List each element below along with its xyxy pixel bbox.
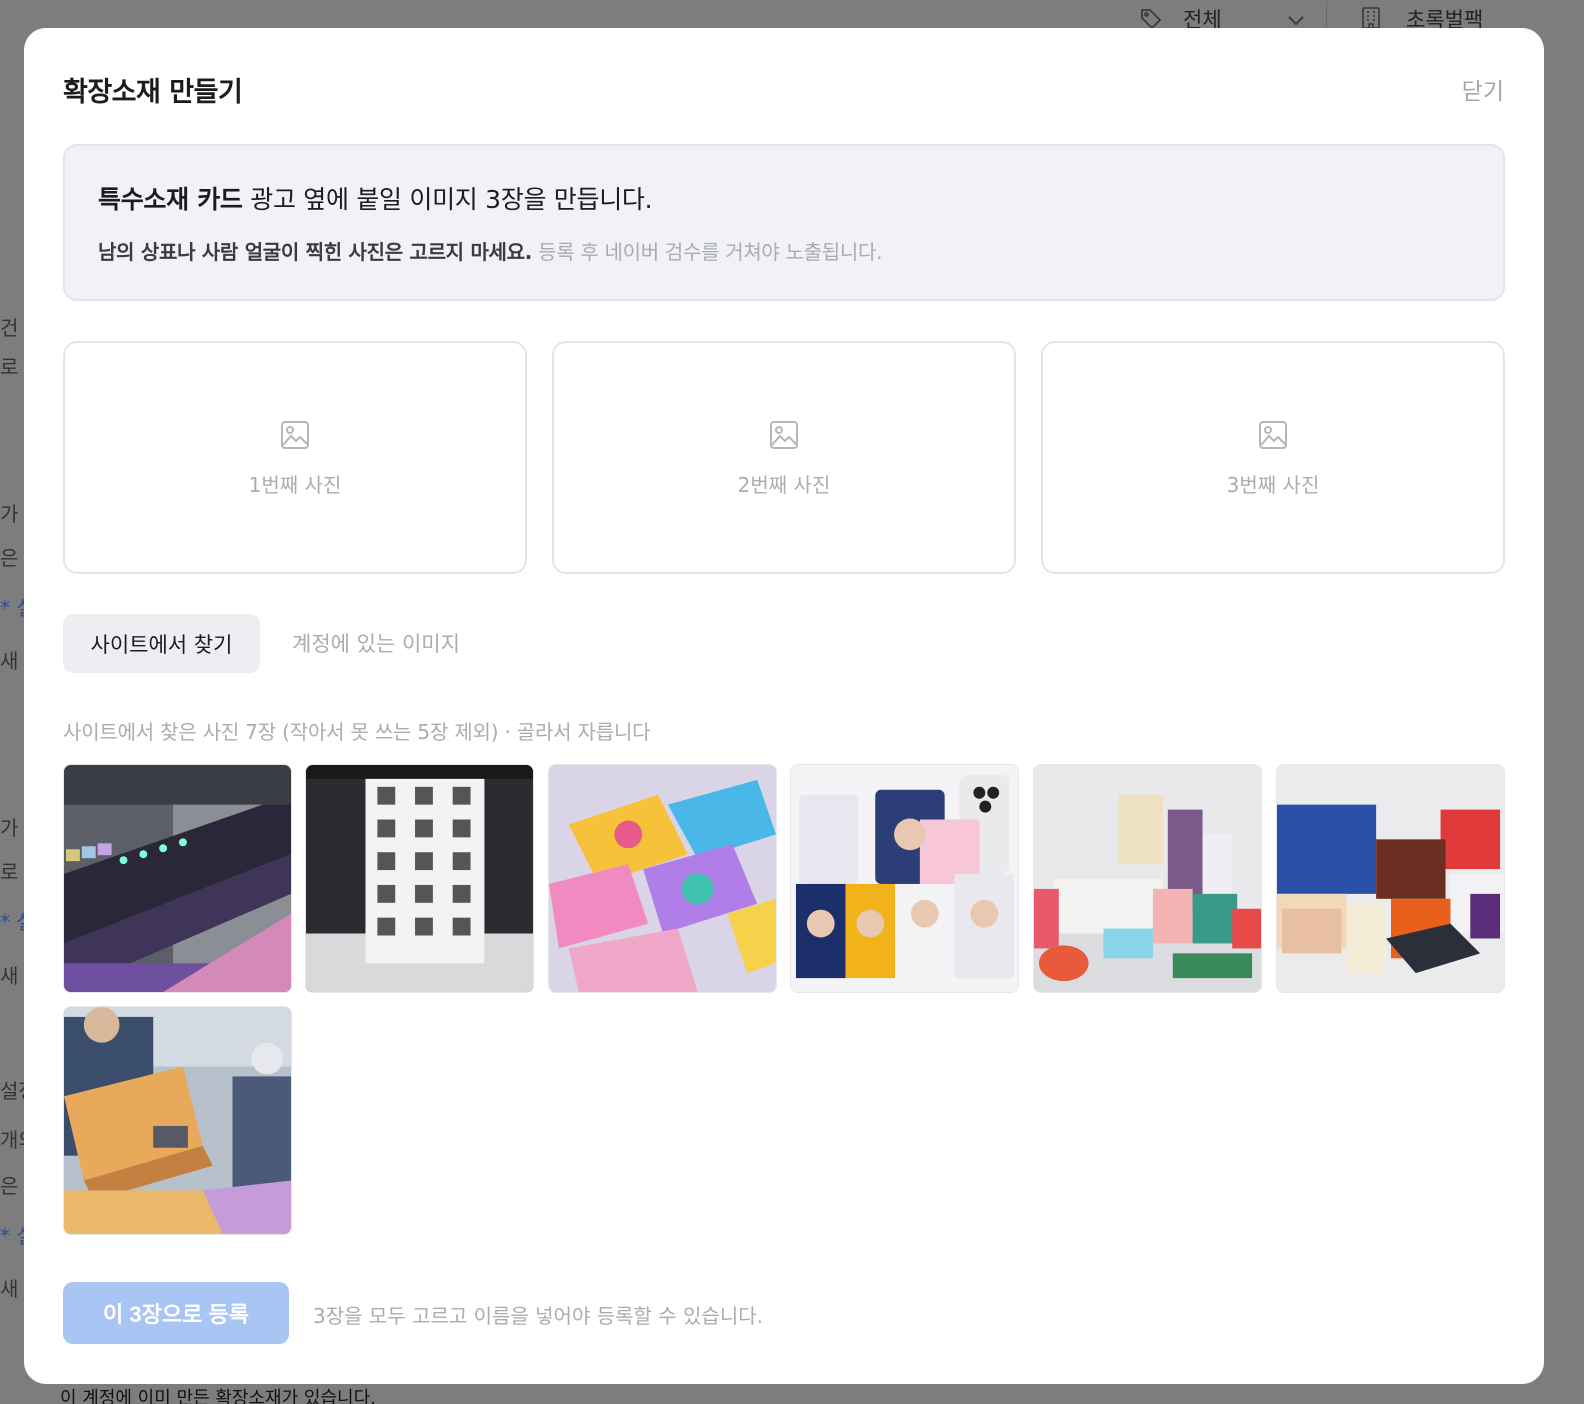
notice-strong: 특수소재 카드 [98,185,243,214]
tag-icon [1141,9,1162,30]
thumbnail-gift-boxes[interactable] [1276,764,1505,993]
background-fragment: 로 [0,860,19,884]
close-button[interactable]: 닫기 [1462,72,1504,106]
notice-warning: 남의 상표나 사람 얼굴이 찍힌 사진은 고르지 마세요. [98,240,533,264]
thumbnail-qr-labels[interactable] [305,764,534,993]
thumbnail-baseball-cards[interactable] [790,764,1019,993]
notice-description: 특수소재 카드 광고 옆에 붙일 이미지 3장을 만듭니다. [98,180,653,216]
image-placeholder-icon [770,421,798,449]
create-extension-modal: 확장소재 만들기 닫기 특수소재 카드 광고 옆에 붙일 이미지 3장을 만듭니… [24,28,1544,1384]
background-fragment: 건 [0,316,19,340]
register-hint: 3장을 모두 고르고 이름을 넣어야 등록할 수 있습니다. [313,1304,763,1328]
thumbnail-printer-head[interactable] [63,764,292,993]
photo-slot-3[interactable]: 3번째 사진 [1041,341,1505,574]
photo-slot-2[interactable]: 2번째 사진 [552,341,1016,574]
colorful-cards-photo [549,765,776,992]
printer-head-photo [64,765,291,992]
thumbnail-factory-worker[interactable] [63,1006,292,1235]
tab-site-search[interactable]: 사이트에서 찾기 [63,614,260,673]
photo-slot-label: 1번째 사진 [248,473,342,497]
factory-worker-box-photo [64,1007,291,1234]
gift-boxes-photo [1277,765,1504,992]
building-icon [1362,7,1380,29]
notice-box: 특수소재 카드 광고 옆에 붙일 이미지 3장을 만듭니다. 남의 상표나 사람… [63,144,1505,301]
found-images-caption: 사이트에서 찾은 사진 7장 (작아서 못 쓰는 5장 제외) · 골라서 자릅… [63,720,651,744]
image-placeholder-icon [1259,421,1287,449]
photo-slot-label: 2번째 사진 [737,473,831,497]
register-three-button[interactable]: 이 3장으로 등록 [63,1282,289,1344]
photo-slot-1[interactable]: 1번째 사진 [63,341,527,574]
thumbnail-colorful-cards[interactable] [548,764,777,993]
notice-text: 광고 옆에 붙일 이미지 3장을 만듭니다. [242,185,653,214]
background-bottom-text: 이 계정에 이미 만든 확장소재가 있습니다. [60,1388,376,1404]
modal-title: 확장소재 만들기 [63,77,243,108]
tab-account-images[interactable]: 계정에 있는 이미지 [292,628,460,658]
notice-warning-line: 남의 상표나 사람 얼굴이 찍힌 사진은 고르지 마세요. 등록 후 네이버 검… [98,236,882,265]
image-placeholder-icon [281,421,309,449]
cosmetic-boxes-photo [1034,765,1261,992]
qr-label-printing-photo [306,765,533,992]
notice-review: 등록 후 네이버 검수를 거쳐야 노출됩니다. [532,240,883,264]
thumbnail-cosmetic-boxes[interactable] [1033,764,1262,993]
photo-slot-label: 3번째 사진 [1226,473,1320,497]
baseball-photocards-photo [791,765,1018,992]
